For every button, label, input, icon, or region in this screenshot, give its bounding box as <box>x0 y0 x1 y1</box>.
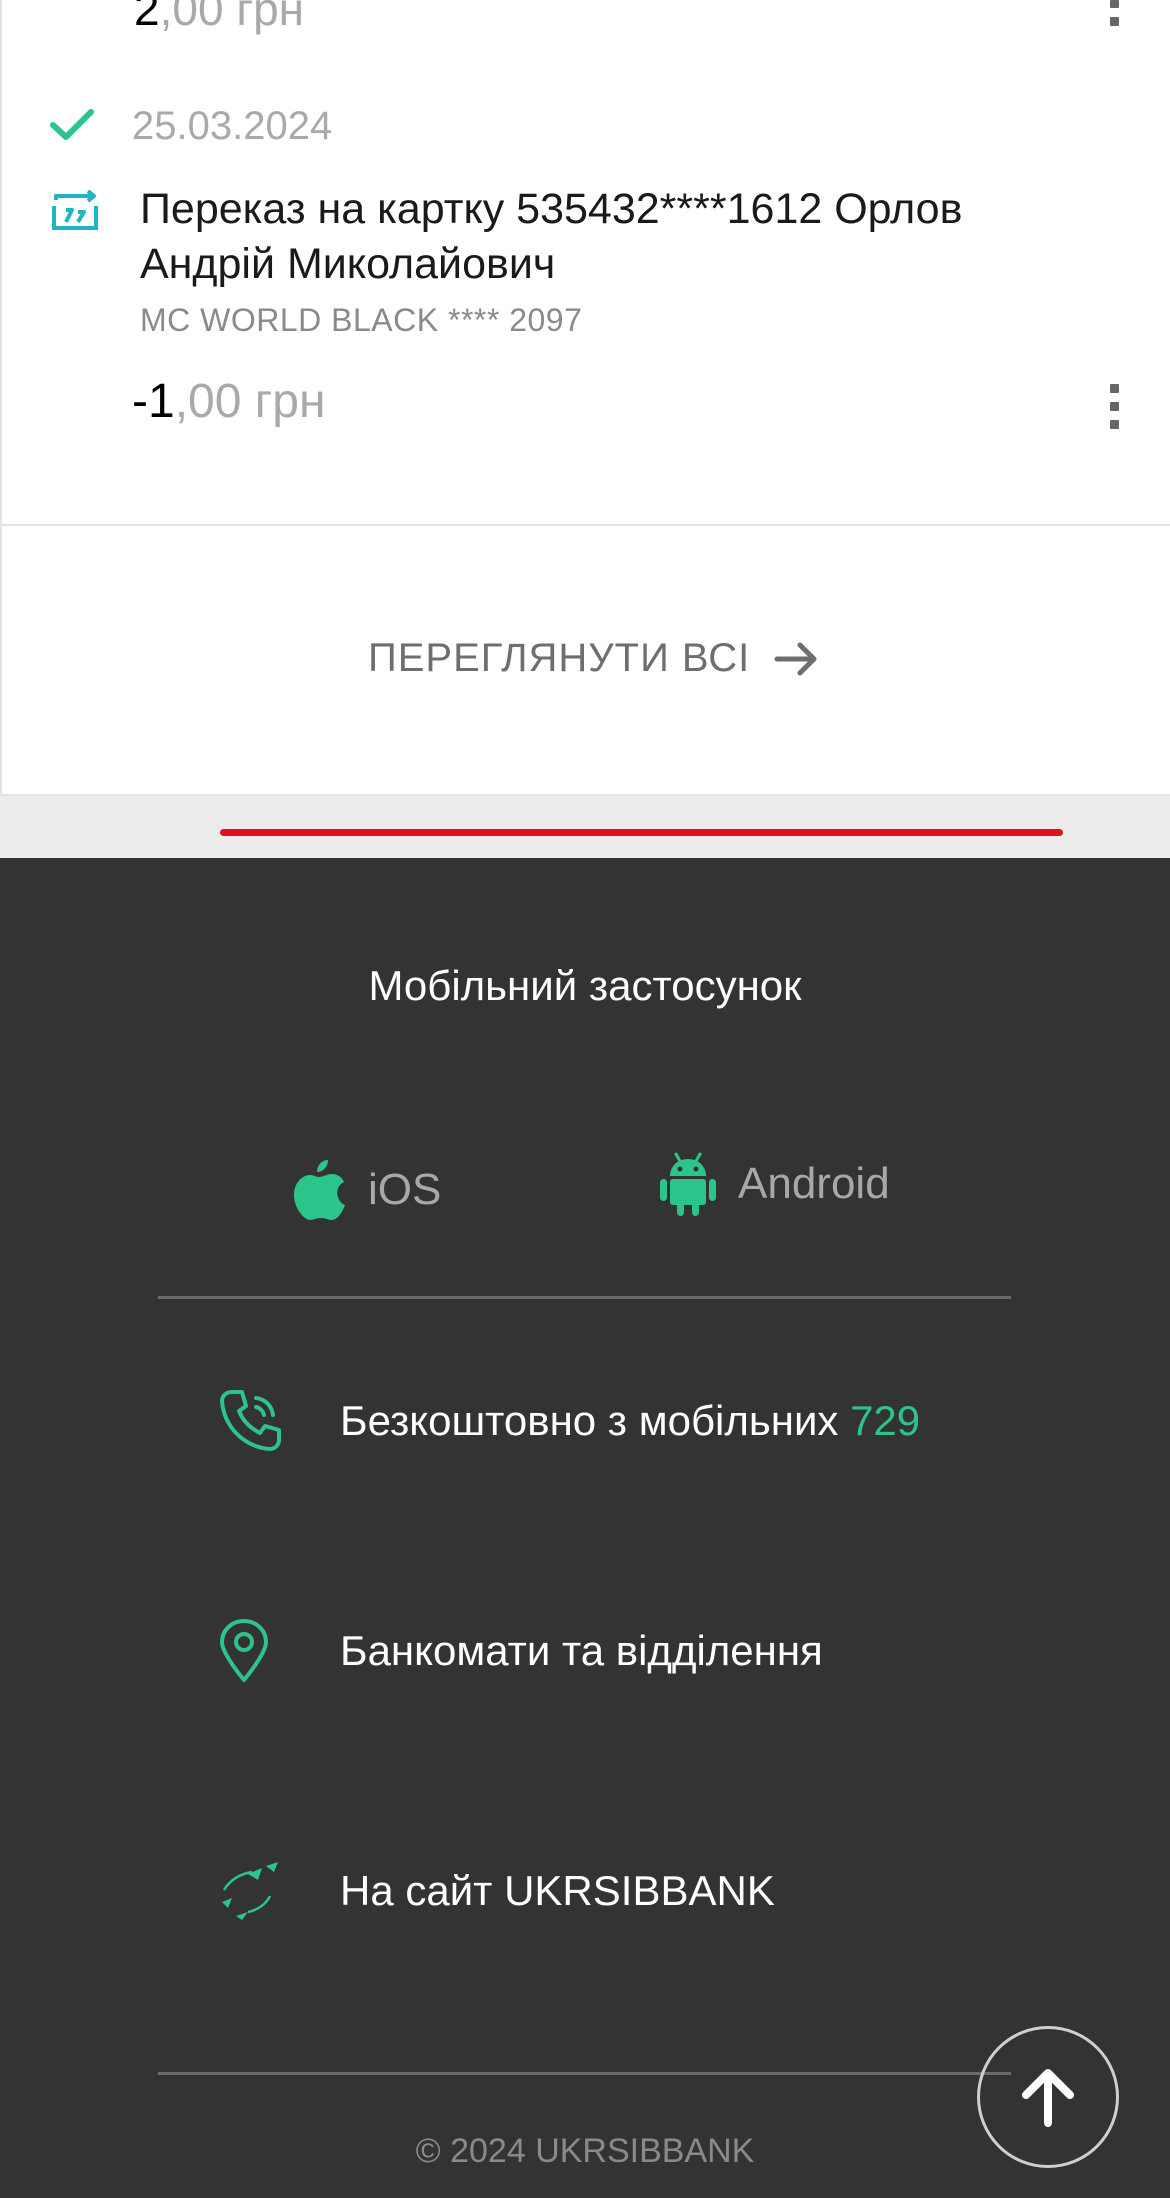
ios-label: iOS <box>368 1165 442 1214</box>
footer: Мобільний застосунок iOS Android Безкошт… <box>0 858 1170 2198</box>
transfer-icon <box>52 190 98 230</box>
phone-icon <box>220 1390 281 1451</box>
previous-transaction-amount: 2,00 грн <box>134 0 305 35</box>
view-all-button[interactable]: ПЕРЕГЛЯНУТИ ВСІ <box>368 636 820 681</box>
atm-branches-link[interactable]: Банкомати та відділення <box>218 1618 823 1684</box>
transaction-amount: -1,00 грн <box>132 375 326 428</box>
mobile-app-title: Мобільний застосунок <box>368 962 802 1009</box>
arrow-right-icon <box>774 642 817 675</box>
apple-icon <box>294 1160 345 1220</box>
footer-divider <box>158 1296 1011 1299</box>
transactions-card: 2,00 грн 25.03.2024 Переказ на картку 53… <box>0 0 1170 526</box>
android-label: Android <box>738 1159 890 1208</box>
android-icon <box>660 1152 716 1216</box>
atm-branches-text: Банкомати та відділення <box>340 1627 823 1674</box>
previous-transaction-menu-icon[interactable] <box>1110 0 1120 35</box>
view-all-section: ПЕРЕГЛЯНУТИ ВСІ <box>0 526 1170 796</box>
transaction-title: Переказ на картку 535432****1612 Орлов А… <box>140 185 963 288</box>
check-icon <box>50 109 94 140</box>
location-pin-icon <box>220 1619 268 1682</box>
ios-app-link[interactable]: iOS <box>292 1158 441 1222</box>
website-text: На сайт UKRSIBBANK <box>340 1867 775 1914</box>
footer-divider-bottom <box>158 2072 1011 2075</box>
scroll-to-top-button[interactable] <box>977 2026 1119 2168</box>
android-app-link[interactable]: Android <box>660 1152 890 1216</box>
transaction-card-name: MC WORLD BLACK **** 2097 <box>140 302 583 338</box>
transaction-date: 25.03.2024 <box>132 104 333 148</box>
arrow-up-icon <box>1022 2069 1074 2127</box>
ukrsibbank-logo-icon <box>222 1862 278 1920</box>
phone-number: 729 <box>850 1397 921 1444</box>
phone-link[interactable]: Безкоштовно з мобільних 729 <box>218 1388 920 1454</box>
phone-text: Безкоштовно з мобільних 729 <box>340 1397 921 1444</box>
red-accent-bar <box>220 829 1063 836</box>
kebab-menu-icon[interactable] <box>1110 384 1120 438</box>
view-all-label: ПЕРЕГЛЯНУТИ ВСІ <box>368 636 751 680</box>
website-link[interactable]: На сайт UKRSIBBANK <box>218 1860 775 1922</box>
